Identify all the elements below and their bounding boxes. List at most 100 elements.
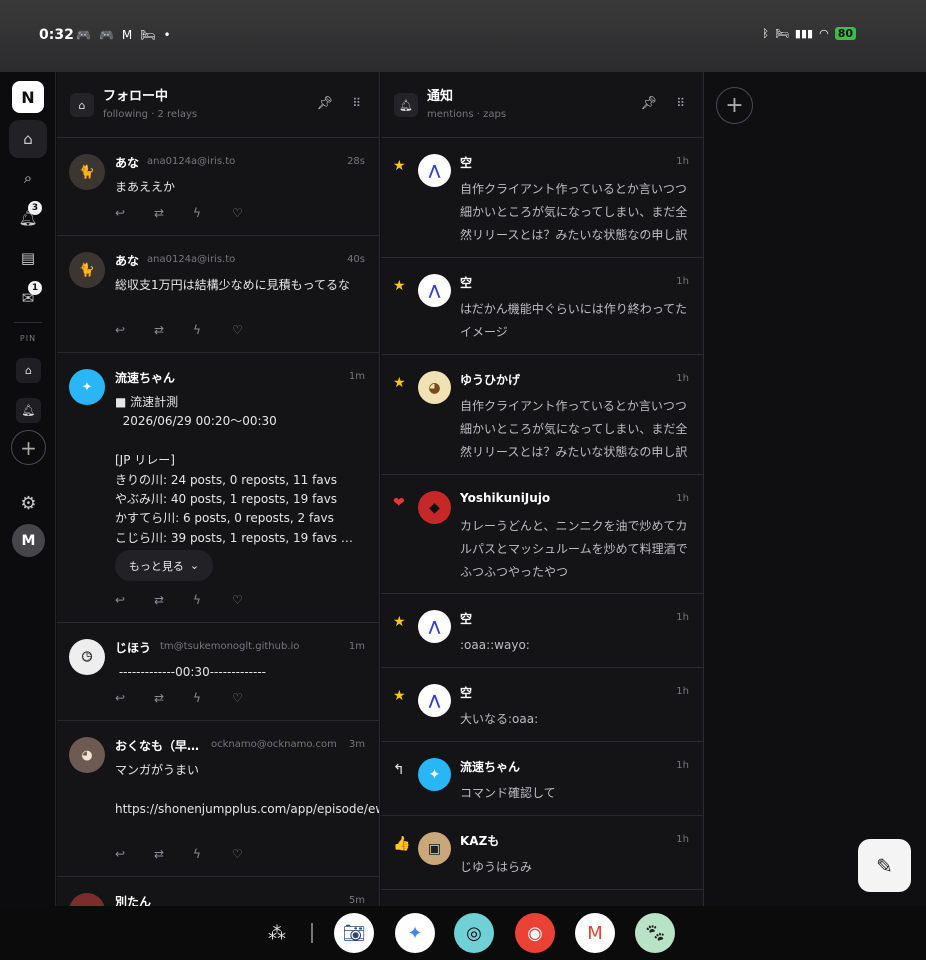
notification-author[interactable]: 空 [460,610,472,627]
add-column-button[interactable]: + [716,87,753,124]
repost-icon[interactable]: ⇄ [154,691,193,705]
like-icon[interactable]: ♡ [232,691,271,705]
discord-icon: 🎮 [98,28,114,42]
zap-icon[interactable]: ϟ [193,206,232,220]
post-time: 40s [347,254,365,265]
thumbs-up-icon: 👍 [393,836,411,852]
avatar[interactable]: 🐈 [69,252,105,288]
gemini-icon[interactable]: ✦ [395,913,435,953]
notification-item[interactable]: ★ ⋀ 空 1h はだかん機能中ぐらいには作り終わってたイメージ [381,258,703,355]
heart-icon: ❤ [393,495,405,511]
show-more-button[interactable]: もっと見る ⌄ [115,550,213,581]
post-author[interactable]: あな [115,154,139,171]
notification-item[interactable]: ★ ⋀ 空 1h :oaa::wayo: [381,594,703,668]
post-author[interactable]: 別たん [115,893,151,906]
app-drawer-icon[interactable]: ⁂ [257,913,297,953]
compose-button[interactable]: ✎ [858,839,911,892]
inbox-icon[interactable]: ✉ 1 [9,279,47,317]
user-avatar[interactable]: M [12,524,45,557]
repost-icon[interactable]: ⇄ [154,206,193,220]
pinned-home-icon[interactable]: ⌂ [16,358,41,383]
notifications-column: 🔔︎ 通知 mentions · zaps 📌︎ ⠿ ★ ⋀ 空 1h 自作クラ… [381,72,704,906]
post-handle: ana0124a@iris.to [147,254,236,265]
post-actions: ↩ ⇄ ϟ ♡ [115,206,271,220]
app-logo[interactable]: N [12,81,44,113]
zap-icon[interactable]: ϟ [193,593,232,607]
pin-icon[interactable]: 📌︎ [316,96,333,111]
post-author[interactable]: あな [115,252,139,269]
avatar[interactable]: ◆ [418,491,451,524]
pin-icon[interactable]: 📌︎ [640,96,657,111]
star-icon: ★ [393,614,406,630]
avatar[interactable]: ✦ [418,758,451,791]
post-author[interactable]: 流速ちゃん [115,369,175,386]
repost-icon[interactable]: ⇄ [154,323,193,337]
notification-item[interactable]: ★ ⋀ 空 1h 自作クライアント作っているとか言いつつ細かいところが気になって… [381,138,703,258]
avatar[interactable]: 🐈 [69,154,105,190]
settings-gear-icon[interactable]: ⚙ [16,491,41,516]
notification-author[interactable]: 空 [460,154,472,171]
pinned-notifications-icon[interactable]: 🔔︎ [16,398,41,423]
home-icon[interactable]: ⌂ [9,120,47,158]
reply-icon[interactable]: ↩ [115,691,154,705]
reply-icon[interactable]: ↩ [115,593,154,607]
reply-icon[interactable]: ↩ [115,323,154,337]
zap-icon[interactable]: ϟ [193,323,232,337]
notification-author[interactable]: KAZも [460,832,499,849]
notification-item[interactable]: ❤ ◆ YoshikuniJujo 1h カレーうどんと、ニンニクを油で炒めてカ… [381,475,703,594]
post-item[interactable]: 🐈 あな ana0124a@iris.to 28s まあええか ↩ ⇄ ϟ ♡ [57,138,379,236]
drag-handle-icon[interactable]: ⠿ [676,96,685,110]
avatar[interactable]: ⋀ [418,684,451,717]
camera-icon[interactable]: 📷︎ [334,913,374,953]
post-item[interactable]: 🕒︎ じほう tm@tsukemonoglt.github.io 1m ----… [57,623,379,721]
avatar[interactable]: ⋀ [418,610,451,643]
repost-icon[interactable]: ⇄ [154,593,193,607]
avatar[interactable]: ◕ [418,371,451,404]
like-icon[interactable]: ♡ [232,323,271,337]
avatar[interactable]: ◕ [69,737,105,773]
avatar[interactable]: ⋀ [418,154,451,187]
zap-icon[interactable]: ϟ [193,847,232,861]
notification-item[interactable]: ★ ⋀ 空 1h 大いなる:oaa: [381,668,703,742]
post-item[interactable]: ◕ おくなも（早… ocknamo@ocknamo.com 3m マンガがうまい… [57,721,379,877]
like-icon[interactable]: ♡ [232,847,271,861]
chrome-icon[interactable]: ◉ [515,913,555,953]
add-pin-button[interactable]: + [11,430,46,465]
like-icon[interactable]: ♡ [232,593,271,607]
threads-icon[interactable]: ◎ [454,913,494,953]
repost-icon[interactable]: ⇄ [154,847,193,861]
avatar[interactable]: ▣ [418,832,451,865]
post-body: -------------00:30------------- [115,665,266,679]
avatar[interactable]: ✦ [69,369,105,405]
drag-handle-icon[interactable]: ⠿ [352,96,361,110]
search-icon[interactable]: ⌕ [9,159,47,197]
gmail-icon[interactable]: M [575,913,615,953]
notification-item[interactable]: 👍 ▣ KAZも 1h じゆうはらみ [381,816,703,890]
clock-avatar-icon[interactable]: 🕒︎ [69,639,105,675]
notification-author[interactable]: 流速ちゃん [460,758,520,775]
post-author[interactable]: おくなも（早… [115,737,199,754]
post-item[interactable]: ✦ 流速ちゃん 1m ■ 流速計測 2026/06/29 00:20〜00:30… [57,353,379,623]
notification-author[interactable]: 空 [460,274,472,291]
messages-icon[interactable]: ▤ [9,239,47,277]
post-item[interactable]: ◉ 別たん 5m [57,877,379,906]
notification-author[interactable]: 空 [460,684,472,701]
post-time: 1m [348,371,365,382]
avatar[interactable]: ◉ [69,893,105,906]
notification-item[interactable]: ★ ◕ ゆうひかげ 1h 自作クライアント作っているとか言いつつ細かいところが気… [381,355,703,475]
post-item[interactable]: 🐈 あな ana0124a@iris.to 40s 総収支1万円は結構少なめに見… [57,236,379,353]
notification-author[interactable]: YoshikuniJujo [460,491,550,505]
reply-icon[interactable]: ↩ [115,206,154,220]
notifications-icon[interactable]: 🔔︎ 3 [9,199,47,237]
notification-author[interactable]: ゆうひかげ [460,371,520,388]
reply-icon[interactable]: ↩ [115,847,154,861]
like-icon[interactable]: ♡ [232,206,271,220]
notification-body: 大いなる:oaa: [460,712,539,726]
notification-item[interactable]: ↰ ✦ 流速ちゃん 1h コマンド確認して [381,742,703,816]
notifications-feed: ★ ⋀ 空 1h 自作クライアント作っているとか言いつつ細かいところが気になって… [381,138,703,890]
post-body: 総収支1万円は結構少なめに見積もってるな [115,278,351,292]
post-author[interactable]: じほう [115,639,151,656]
paw-icon[interactable]: 🐾︎ [635,913,675,953]
avatar[interactable]: ⋀ [418,274,451,307]
zap-icon[interactable]: ϟ [193,691,232,705]
